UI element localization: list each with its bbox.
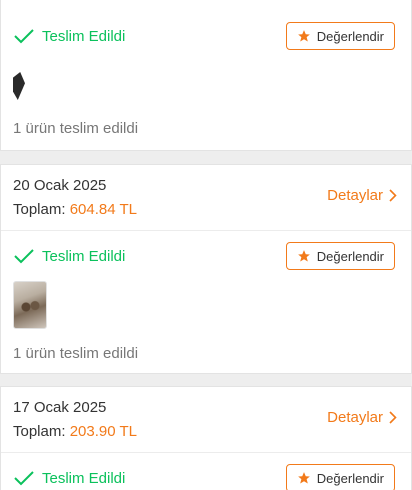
delivered-count: 1 ürün teslim edildi: [13, 120, 139, 137]
star-icon: [297, 30, 310, 42]
status-label: Teslim Edildi: [42, 469, 126, 487]
total-label: Toplam:: [13, 423, 66, 440]
rate-button-label: Değerlendir: [316, 470, 384, 486]
delivered-count: 1 ürün teslim edildi: [13, 345, 139, 362]
order-header[interactable]: 20 Ocak 2025 Toplam: 604.84 TL Detaylar: [1, 165, 411, 231]
order-status-row: Teslim Edildi Değerlendir: [1, 453, 411, 490]
star-icon: [297, 250, 310, 262]
details-link[interactable]: Detaylar: [327, 409, 397, 426]
details-link[interactable]: Detaylar: [327, 187, 397, 204]
order-card: 17 Ocak 2025 Toplam: 203.90 TL Detaylar …: [0, 386, 412, 490]
total-amount: 604.84 TL: [69, 201, 137, 218]
order-header[interactable]: 17 Ocak 2025 Toplam: 203.90 TL Detaylar: [1, 387, 411, 453]
order-status-row: Teslim Edildi Değerlendir: [1, 0, 411, 72]
status-label: Teslim Edildi: [42, 27, 126, 45]
order-status: Teslim Edildi: [13, 470, 125, 487]
rate-button[interactable]: Değerlendir: [285, 22, 395, 50]
rate-button[interactable]: Değerlendir: [285, 464, 395, 490]
order-status: Teslim Edildi: [13, 28, 125, 45]
rate-button-label: Değerlendir: [316, 248, 384, 264]
orders-page: Teslim Edildi Değerlendir 1 ürün teslim …: [0, 0, 412, 490]
product-thumbnail[interactable]: [13, 62, 47, 110]
order-card: Teslim Edildi Değerlendir 1 ürün teslim …: [0, 0, 412, 151]
rate-button-label: Değerlendir: [316, 28, 384, 44]
details-label: Detaylar: [327, 409, 383, 426]
order-card: 20 Ocak 2025 Toplam: 604.84 TL Detaylar …: [0, 164, 412, 374]
check-icon: [14, 471, 34, 486]
rate-button[interactable]: Değerlendir: [285, 242, 395, 270]
star-icon: [297, 472, 310, 484]
product-thumbnail[interactable]: [13, 281, 47, 329]
order-status-row: Teslim Edildi Değerlendir: [1, 231, 411, 281]
status-label: Teslim Edildi: [42, 247, 126, 265]
total-amount: 203.90 TL: [69, 423, 137, 440]
total-label: Toplam:: [13, 201, 66, 218]
details-label: Detaylar: [327, 187, 383, 204]
order-status: Teslim Edildi: [13, 248, 125, 265]
chevron-right-icon: [389, 189, 397, 202]
chevron-right-icon: [389, 411, 397, 424]
check-icon: [14, 249, 34, 264]
check-icon: [14, 29, 34, 44]
